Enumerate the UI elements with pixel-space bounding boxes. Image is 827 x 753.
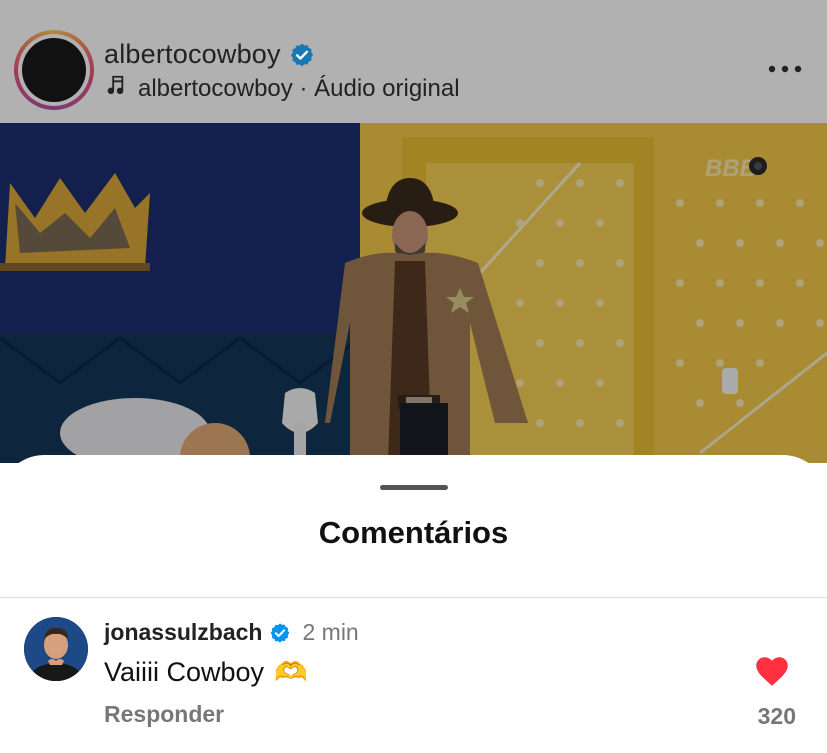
post-username-row[interactable]: albertocowboy (104, 39, 315, 70)
comments-title: Comentários (318, 515, 509, 550)
comment-timestamp: 2 min (302, 619, 359, 645)
like-button[interactable] (754, 653, 790, 687)
audio-username: albertocowboy (138, 74, 293, 102)
comments-sheet: Comentários jonassulzbach 2 min Vaiiii C… (0, 455, 827, 753)
avatar-image (24, 617, 88, 681)
more-options-button[interactable] (765, 55, 805, 83)
heart-hands-emoji: 🫶 (274, 657, 308, 687)
audio-separator: · (299, 74, 308, 102)
reel-video[interactable]: BBB (0, 123, 827, 463)
verified-badge-icon (289, 42, 315, 68)
comment-header: jonassulzbach 2 min (104, 619, 359, 646)
comment-text: Vaiiii Cowboy (104, 656, 265, 687)
comment-text-row: Vaiiii Cowboy 🫶 (104, 656, 308, 688)
reel-video-frame: BBB (0, 123, 827, 463)
divider (0, 597, 827, 598)
post-username[interactable]: albertocowboy (104, 39, 281, 70)
original-audio-link[interactable]: albertocowboy · Áudio original (104, 74, 460, 103)
verified-badge-icon (269, 622, 291, 644)
like-count: 320 (757, 703, 796, 729)
more-horizontal-icon (768, 60, 802, 78)
comment-avatar[interactable] (24, 617, 88, 681)
post-header: albertocowboy albertocowboy · Áudio orig… (0, 0, 827, 123)
audio-label: Áudio original (314, 74, 460, 102)
comment-username[interactable]: jonassulzbach (104, 619, 262, 646)
reply-button[interactable]: Responder (104, 701, 224, 728)
music-note-icon (104, 74, 126, 103)
profile-avatar (22, 38, 86, 102)
sheet-drag-handle[interactable] (380, 485, 448, 490)
heart-filled-icon (756, 657, 788, 686)
profile-avatar-story-ring[interactable] (14, 30, 94, 110)
